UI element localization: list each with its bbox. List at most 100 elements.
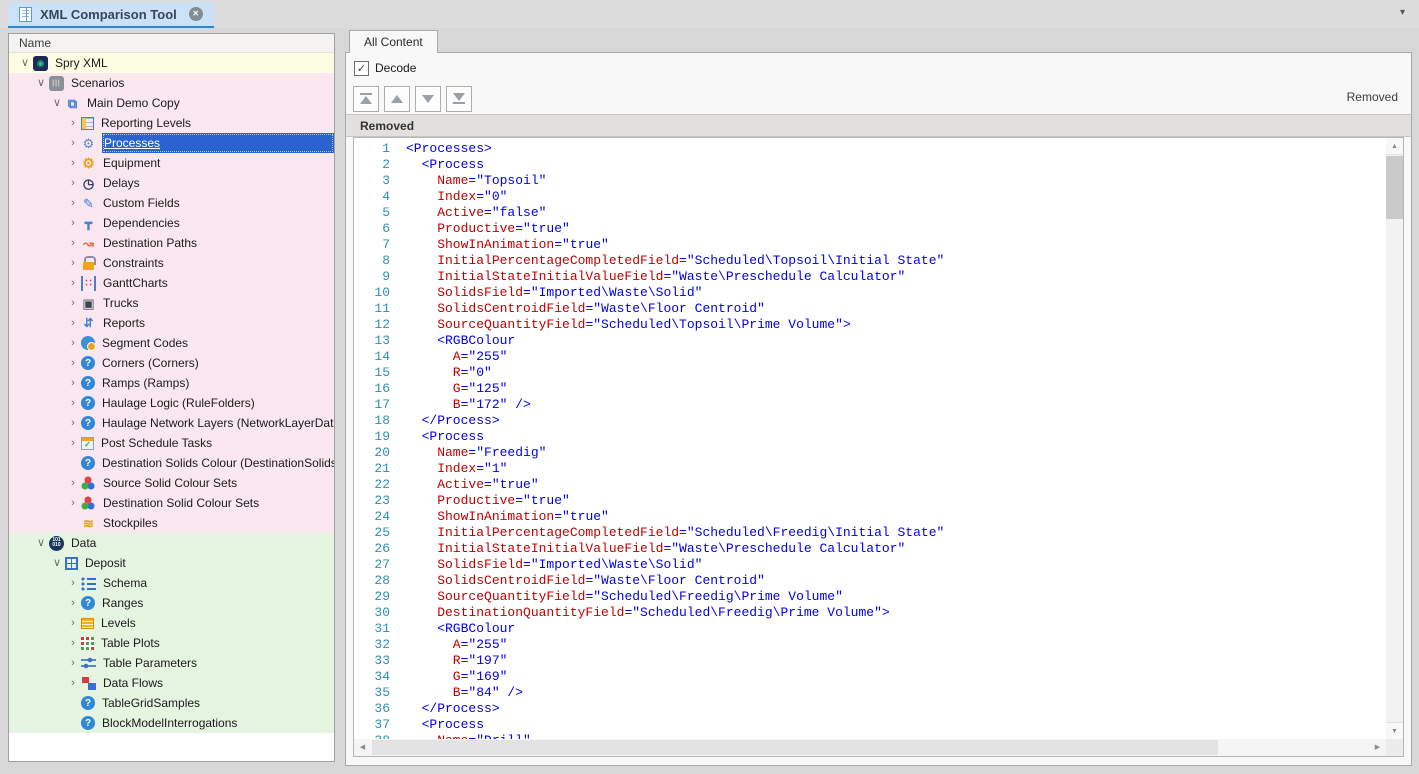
expander-collapsed-icon[interactable]: › <box>65 353 81 373</box>
tree-row[interactable]: ›Levels <box>9 613 334 633</box>
previous-difference-button[interactable] <box>384 86 410 112</box>
tree-row[interactable]: ›Destination Solid Colour Sets <box>9 493 334 513</box>
horizontal-scrollbar-thumb[interactable] <box>372 740 1218 755</box>
expander-collapsed-icon[interactable]: › <box>65 573 81 593</box>
scroll-right-icon[interactable]: ▶ <box>1369 739 1386 756</box>
code-line: 9 InitialStateInitialValueField="Waste\P… <box>354 269 1386 285</box>
expander-collapsed-icon[interactable]: › <box>65 413 81 433</box>
document-tab[interactable]: XML Comparison Tool ✕ <box>8 2 214 28</box>
lock-icon <box>81 256 96 271</box>
expander-collapsed-icon[interactable]: › <box>65 133 81 153</box>
tree-row[interactable]: ∨Spry XML <box>9 53 334 73</box>
vertical-scrollbar-thumb[interactable] <box>1386 156 1403 219</box>
expander-collapsed-icon[interactable]: › <box>65 253 81 273</box>
xml-attribute-name: A <box>406 637 461 652</box>
tree-row[interactable]: ›Data Flows <box>9 673 334 693</box>
expander-expanded-icon[interactable]: ∨ <box>49 553 65 573</box>
tree-row[interactable]: ›Processes <box>9 133 334 153</box>
tree-row-label: Stockpiles <box>102 516 158 530</box>
expander-collapsed-icon[interactable]: › <box>65 113 81 133</box>
expander-expanded-icon[interactable]: ∨ <box>49 93 65 113</box>
tree-row[interactable]: ›Ramps (Ramps) <box>9 373 334 393</box>
line-number: 11 <box>354 301 406 317</box>
chevron-down-icon[interactable]: ▾ <box>1400 7 1405 18</box>
xml-markup: ="true" <box>554 509 609 524</box>
tree-row[interactable]: BlockModelInterrogations <box>9 713 334 733</box>
tree-row[interactable]: ›Table Parameters <box>9 653 334 673</box>
tree-row[interactable]: ›Dependencies <box>9 213 334 233</box>
tree-row[interactable]: › Corners (Corners) <box>9 353 334 373</box>
expander-collapsed-icon[interactable]: › <box>65 433 81 453</box>
line-number: 19 <box>354 429 406 445</box>
tree-row[interactable]: › Source Solid Colour Sets <box>9 473 334 493</box>
decode-checkbox[interactable]: ✓ <box>354 61 369 76</box>
tree-column-header[interactable]: Name <box>9 34 334 53</box>
code-line: 25 InitialPercentageCompletedField="Sche… <box>354 525 1386 541</box>
tree-row[interactable]: ›Destination Paths <box>9 233 334 253</box>
expander-collapsed-icon[interactable]: › <box>65 213 81 233</box>
expander-collapsed-icon[interactable]: › <box>65 333 81 353</box>
tree-row-label: Custom Fields <box>102 196 180 210</box>
close-icon[interactable]: ✕ <box>189 7 203 21</box>
expander-expanded-icon[interactable]: ∨ <box>33 533 49 553</box>
tree-row[interactable]: ›Reporting Levels <box>9 113 334 133</box>
xml-attribute-name: Productive <box>406 221 515 236</box>
expander-collapsed-icon[interactable]: › <box>65 233 81 253</box>
expander-collapsed-icon[interactable]: › <box>65 393 81 413</box>
tree-row[interactable]: ›Trucks <box>9 293 334 313</box>
tree-row[interactable]: ›Post Schedule Tasks <box>9 433 334 453</box>
tab-all-content[interactable]: All Content <box>349 30 438 53</box>
tree-row[interactable]: ›Constraints <box>9 253 334 273</box>
xml-attribute-name: Index <box>406 461 476 476</box>
line-number: 9 <box>354 269 406 285</box>
tree-row[interactable]: ∨Main Demo Copy <box>9 93 334 113</box>
tree-row[interactable]: ∨Data <box>9 533 334 553</box>
tree-row[interactable]: ›Ranges <box>9 593 334 613</box>
scroll-up-icon[interactable]: ▲ <box>1386 138 1403 155</box>
tree-row[interactable]: ›GanttCharts <box>9 273 334 293</box>
expander-collapsed-icon[interactable]: › <box>65 173 81 193</box>
expander-collapsed-icon[interactable]: › <box>65 593 81 613</box>
xml-markup: ="Waste\Floor Centroid" <box>585 301 764 316</box>
tree-row-label: Source Solid Colour Sets <box>102 476 237 490</box>
expander-collapsed-icon[interactable]: › <box>65 653 81 673</box>
expander-expanded-icon[interactable]: ∨ <box>33 73 49 93</box>
expander-collapsed-icon[interactable]: › <box>65 273 81 293</box>
scroll-left-icon[interactable]: ◀ <box>354 739 371 756</box>
expander-collapsed-icon[interactable]: › <box>65 493 81 513</box>
tree-row[interactable]: TableGridSamples <box>9 693 334 713</box>
expander-collapsed-icon[interactable]: › <box>65 313 81 333</box>
tree-row[interactable]: ›Segment Codes <box>9 333 334 353</box>
tree-row[interactable]: ›Haulage Network Layers (NetworkLayerDat… <box>9 413 334 433</box>
next-difference-button[interactable] <box>415 86 441 112</box>
scroll-down-icon[interactable]: ▼ <box>1386 722 1403 739</box>
comparison-body: ✓ Decode Removed Removed 1<Processes <box>345 52 1412 766</box>
tree-row[interactable]: ›Table Plots <box>9 633 334 653</box>
expander-collapsed-icon[interactable]: › <box>65 193 81 213</box>
tree-row[interactable]: Stockpiles <box>9 513 334 533</box>
expander-collapsed-icon[interactable]: › <box>65 293 81 313</box>
tree-row[interactable]: ›Delays <box>9 173 334 193</box>
tree-row-label: Corners (Corners) <box>101 356 199 370</box>
tree-row[interactable]: › Custom Fields <box>9 193 334 213</box>
tree-row[interactable]: ›Equipment <box>9 153 334 173</box>
tree-row[interactable]: ›Reports <box>9 313 334 333</box>
expander-collapsed-icon[interactable]: › <box>65 153 81 173</box>
expander-expanded-icon[interactable]: ∨ <box>17 53 33 73</box>
tree-row[interactable]: ›Schema <box>9 573 334 593</box>
expander-collapsed-icon[interactable]: › <box>65 633 81 653</box>
xml-markup: ="true" <box>515 493 570 508</box>
tree-row[interactable]: ∨Deposit <box>9 553 334 573</box>
go-to-first-button[interactable] <box>353 86 379 112</box>
expander-collapsed-icon[interactable]: › <box>65 473 81 493</box>
expander-collapsed-icon[interactable]: › <box>65 613 81 633</box>
expander-collapsed-icon[interactable]: › <box>65 373 81 393</box>
tree-row[interactable]: ∨Scenarios <box>9 73 334 93</box>
tree-row[interactable]: ›Haulage Logic (RuleFolders) <box>9 393 334 413</box>
expander-collapsed-icon[interactable]: › <box>65 673 81 693</box>
go-to-last-button[interactable] <box>446 86 472 112</box>
tree-row[interactable]: Destination Solids Colour (DestinationSo… <box>9 453 334 473</box>
line-number: 36 <box>354 701 406 717</box>
vertical-scrollbar[interactable]: ▲ ▼ <box>1386 138 1403 739</box>
horizontal-scrollbar[interactable]: ◀ ▶ <box>354 739 1386 756</box>
